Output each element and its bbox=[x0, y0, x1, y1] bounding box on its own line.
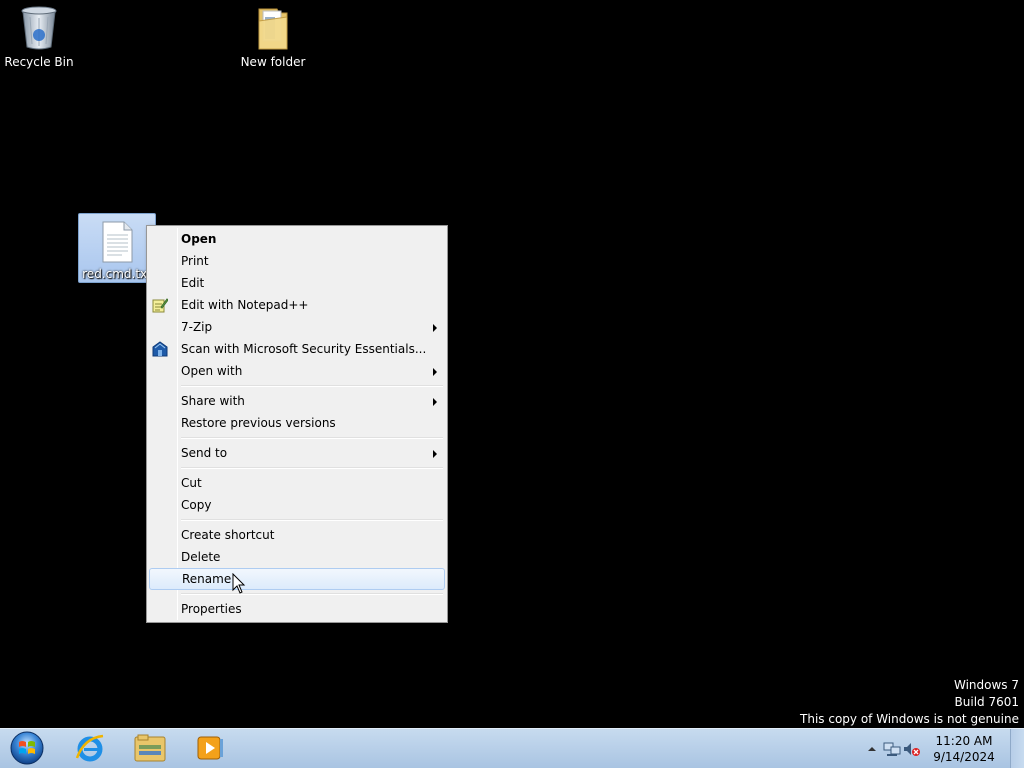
menu-item-restore-previous-versions[interactable]: Restore previous versions bbox=[149, 412, 445, 434]
recycle-bin-icon bbox=[15, 4, 63, 52]
menu-item-label: Copy bbox=[181, 498, 212, 512]
menu-item-label: Edit with Notepad++ bbox=[181, 298, 309, 312]
start-orb-icon bbox=[9, 730, 45, 768]
submenu-arrow-icon bbox=[433, 398, 437, 406]
internet-explorer-icon bbox=[74, 732, 106, 767]
submenu-arrow-icon bbox=[433, 450, 437, 458]
menu-item-edit-with-notepad-plus-plus[interactable]: Edit with Notepad++ bbox=[149, 294, 445, 316]
watermark-os: Windows 7 bbox=[953, 678, 1019, 692]
taskbar: 11:20 AM 9/14/2024 bbox=[0, 728, 1024, 768]
menu-item-label: 7-Zip bbox=[181, 320, 213, 334]
notepad-plus-plus-icon bbox=[152, 297, 169, 313]
windows-media-player-icon bbox=[195, 733, 225, 766]
menu-item-label: Create shortcut bbox=[181, 528, 275, 542]
menu-item-7-zip[interactable]: 7-Zip bbox=[149, 316, 445, 338]
show-desktop-button[interactable] bbox=[1010, 729, 1024, 768]
clock-time: 11:20 AM bbox=[935, 734, 993, 748]
menu-item-label: Restore previous versions bbox=[181, 416, 336, 430]
menu-item-label: Rename bbox=[182, 572, 232, 586]
windows-explorer-icon bbox=[133, 733, 167, 766]
security-essentials-icon bbox=[152, 341, 168, 357]
submenu-arrow-icon bbox=[433, 368, 437, 376]
desktop-icon-label: red.cmd.txt bbox=[82, 267, 152, 281]
menu-item-label: Properties bbox=[181, 602, 242, 616]
desktop-icon-label: New folder bbox=[240, 55, 306, 69]
menu-separator bbox=[179, 590, 445, 598]
clock-date: 9/14/2024 bbox=[933, 750, 995, 764]
menu-item-share-with[interactable]: Share with bbox=[149, 390, 445, 412]
menu-item-create-shortcut[interactable]: Create shortcut bbox=[149, 524, 445, 546]
system-tray: 11:20 AM 9/14/2024 bbox=[862, 729, 1024, 768]
menu-item-label: Share with bbox=[181, 394, 245, 408]
windows-watermark: Windows 7 Build 7601 This copy of Window… bbox=[800, 677, 1019, 728]
menu-item-label: Print bbox=[181, 254, 209, 268]
show-hidden-icons-arrow-icon[interactable] bbox=[862, 739, 882, 759]
menu-item-label: Scan with Microsoft Security Essentials.… bbox=[181, 342, 427, 356]
menu-item-open[interactable]: Open bbox=[149, 228, 445, 250]
menu-separator bbox=[179, 464, 445, 472]
taskbar-clock[interactable]: 11:20 AM 9/14/2024 bbox=[928, 733, 1000, 765]
menu-item-open-with[interactable]: Open with bbox=[149, 360, 445, 382]
menu-item-scan-security-essentials[interactable]: Scan with Microsoft Security Essentials.… bbox=[149, 338, 445, 360]
watermark-build: Build 7601 bbox=[954, 695, 1019, 709]
desktop-icon-label: Recycle Bin bbox=[4, 55, 74, 69]
menu-item-send-to[interactable]: Send to bbox=[149, 442, 445, 464]
start-button[interactable] bbox=[0, 730, 54, 768]
taskbar-windows-explorer[interactable] bbox=[122, 730, 178, 768]
context-menu: Open Print Edit Edit with Notepad++ 7-Zi… bbox=[146, 225, 448, 623]
menu-item-properties[interactable]: Properties bbox=[149, 598, 445, 620]
menu-item-delete[interactable]: Delete bbox=[149, 546, 445, 568]
menu-item-label: Open bbox=[181, 232, 217, 246]
desktop-icon-recycle-bin[interactable]: Recycle Bin bbox=[0, 4, 78, 69]
taskbar-internet-explorer[interactable] bbox=[62, 730, 118, 768]
menu-separator bbox=[179, 434, 445, 442]
text-file-icon bbox=[93, 218, 141, 266]
desktop[interactable]: Recycle Bin New folder red.cmd.txt Open … bbox=[0, 0, 1024, 728]
desktop-icon-new-folder[interactable]: New folder bbox=[234, 4, 312, 69]
desktop-icon-text-file[interactable]: red.cmd.txt bbox=[78, 213, 156, 283]
network-icon[interactable] bbox=[882, 739, 902, 759]
menu-item-label: Delete bbox=[181, 550, 221, 564]
menu-item-rename[interactable]: Rename bbox=[149, 568, 445, 590]
menu-item-cut[interactable]: Cut bbox=[149, 472, 445, 494]
menu-item-print[interactable]: Print bbox=[149, 250, 445, 272]
menu-item-label: Cut bbox=[181, 476, 202, 490]
menu-item-edit[interactable]: Edit bbox=[149, 272, 445, 294]
folder-icon bbox=[249, 4, 297, 52]
submenu-arrow-icon bbox=[433, 324, 437, 332]
mouse-cursor-icon bbox=[232, 572, 246, 598]
taskbar-windows-media-player[interactable] bbox=[182, 730, 238, 768]
volume-muted-icon[interactable] bbox=[902, 739, 922, 759]
menu-item-copy[interactable]: Copy bbox=[149, 494, 445, 516]
menu-separator bbox=[179, 516, 445, 524]
menu-item-label: Edit bbox=[181, 276, 205, 290]
watermark-genuine-notice: This copy of Windows is not genuine bbox=[800, 712, 1019, 726]
menu-separator bbox=[179, 382, 445, 390]
menu-item-label: Open with bbox=[181, 364, 243, 378]
menu-item-label: Send to bbox=[181, 446, 228, 460]
